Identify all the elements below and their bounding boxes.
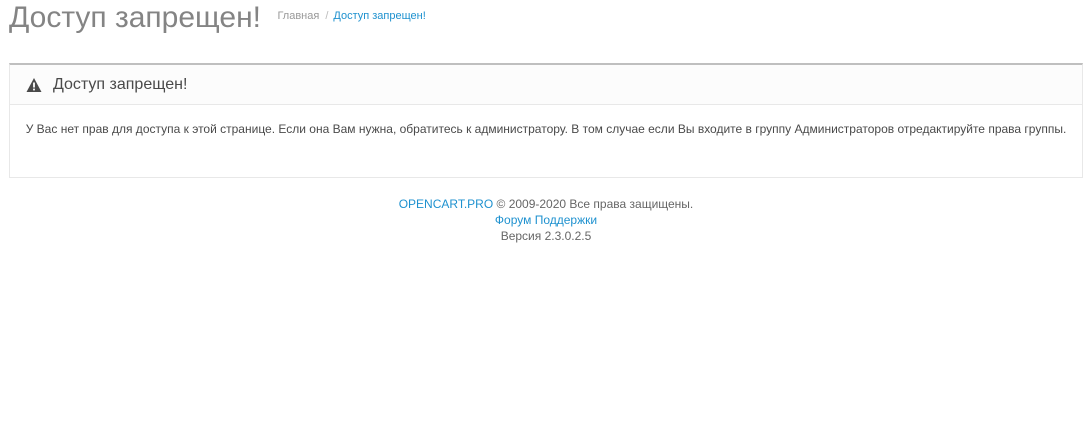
footer-copyright-line: OPENCART.PRO © 2009-2020 Все права защищ… [9,196,1083,212]
panel-title: Доступ запрещен! [53,75,188,93]
warning-icon [26,77,42,93]
page-header: Доступ запрещен! Главная / Доступ запрещен… [9,0,426,50]
page-title: Доступ запрещен! [9,1,261,34]
breadcrumb-home-link[interactable]: Главная [277,10,319,22]
footer: OPENCART.PRO © 2009-2020 Все права защищ… [9,196,1083,244]
copyright-text: © 2009-2020 Все права защищены. [496,197,694,211]
access-denied-message: У Вас нет прав для доступа к этой страни… [25,122,1067,136]
support-forum-link[interactable]: Форум Поддержки [495,213,597,227]
panel-heading: Доступ запрещен! [10,65,1082,105]
footer-support-line: Форум Поддержки [9,212,1083,228]
panel-body: У Вас нет прав для доступа к этой страни… [10,105,1082,138]
breadcrumb-current-link[interactable]: Доступ запрещен! [333,10,425,22]
access-denied-panel: Доступ запрещен! У Вас нет прав для дост… [9,63,1083,178]
breadcrumb-separator: / [325,10,329,22]
version-text: Версия 2.3.0.2.5 [500,229,592,243]
breadcrumb: Главная / Доступ запрещен! [277,10,425,22]
opencart-pro-link[interactable]: OPENCART.PRO [399,197,493,211]
